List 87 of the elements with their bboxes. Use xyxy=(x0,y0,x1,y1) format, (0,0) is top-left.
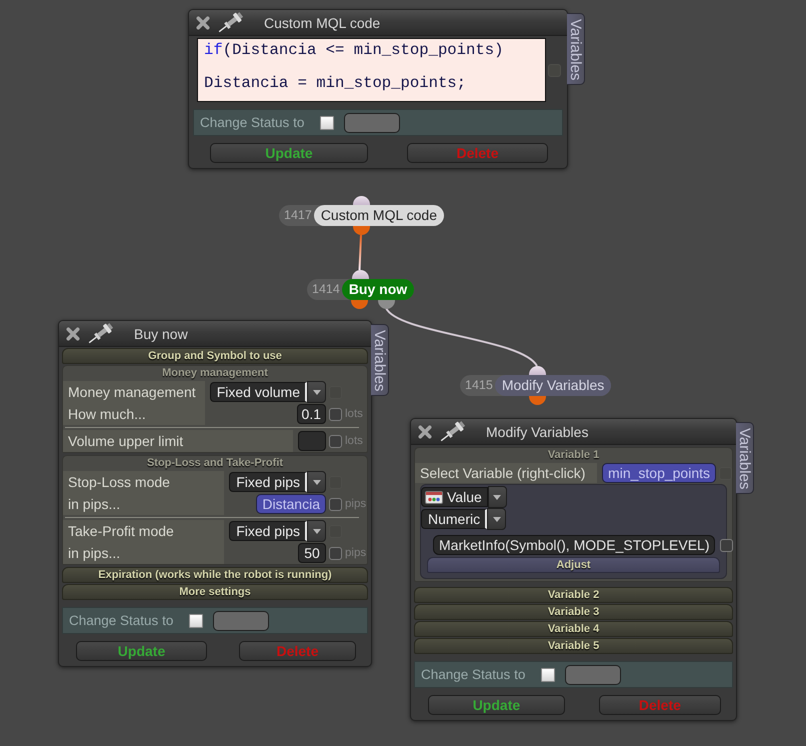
flow-node[interactable]: 1415 Modify Variables xyxy=(460,375,612,396)
status-field[interactable] xyxy=(565,664,622,684)
update-button[interactable]: Update xyxy=(210,143,368,163)
dropdown-button[interactable] xyxy=(487,508,506,530)
caret-icon xyxy=(493,494,502,500)
field-label: Stop-Loss mode xyxy=(63,471,224,493)
flow-node[interactable]: 1414 Buy now xyxy=(307,279,414,300)
number-field[interactable] xyxy=(298,431,326,451)
checkbox[interactable] xyxy=(329,408,342,420)
number-field[interactable]: 50 xyxy=(298,543,326,563)
dropdown-field[interactable]: Numeric xyxy=(421,509,488,529)
section-header[interactable]: Variable 4 xyxy=(414,621,733,637)
dropdown-field[interactable]: Value xyxy=(421,487,488,507)
update-button[interactable]: Update xyxy=(428,695,565,715)
checkbox[interactable] xyxy=(329,546,342,560)
window-title: Buy now xyxy=(134,326,188,342)
unit-label: lots xyxy=(345,408,364,420)
dropdown-button[interactable] xyxy=(488,486,507,508)
dropdown-button[interactable] xyxy=(307,381,326,403)
checkbox[interactable] xyxy=(189,614,204,628)
pin-icon[interactable] xyxy=(218,12,244,33)
caret-icon xyxy=(312,528,320,534)
window-title: Custom MQL code xyxy=(264,14,380,30)
flow-node[interactable]: 1417 Custom MQL code xyxy=(279,205,444,226)
node-label: Buy now xyxy=(342,279,414,300)
field-label: Volume upper limit xyxy=(63,430,293,452)
input-port-icon[interactable] xyxy=(529,366,546,375)
field-label: in pips... xyxy=(63,493,224,515)
side-tab[interactable]: Variables xyxy=(371,324,389,396)
section-header[interactable]: Adjust xyxy=(427,557,720,573)
status-label: Change Status to xyxy=(421,667,526,682)
title-bar[interactable]: Custom MQL code xyxy=(189,10,567,36)
unit-label: pips xyxy=(345,547,367,559)
expression-field[interactable]: MarketInfo(Symbol(), MODE_STOPLEVEL) xyxy=(433,535,716,555)
status-field[interactable] xyxy=(344,112,400,132)
title-bar[interactable]: Buy now xyxy=(59,321,371,347)
input-port-icon[interactable] xyxy=(352,270,369,279)
caret-icon xyxy=(312,390,320,394)
output-port-icon[interactable] xyxy=(378,300,395,309)
node-number: 1417 xyxy=(284,207,312,224)
field-label: Take-Profit mode xyxy=(63,520,224,542)
connector-line xyxy=(358,234,362,270)
node-number: 1415 xyxy=(465,377,493,394)
status-label: Change Status to xyxy=(200,115,304,130)
pin-icon[interactable] xyxy=(88,323,114,344)
number-field[interactable]: 0.1 xyxy=(296,404,326,424)
section-header[interactable]: Group and Symbol to use xyxy=(62,348,368,364)
field-label: Select Variable (right-click) xyxy=(415,463,598,483)
caret-icon xyxy=(492,516,501,522)
close-icon[interactable] xyxy=(418,424,432,438)
checkbox[interactable] xyxy=(320,116,334,130)
field-label: in pips... xyxy=(63,542,224,564)
title-bar[interactable]: Modify Variables xyxy=(411,419,736,445)
checkbox[interactable] xyxy=(329,498,342,510)
checkbox[interactable] xyxy=(541,668,556,682)
checkbox[interactable] xyxy=(329,434,342,448)
close-icon[interactable] xyxy=(66,326,80,340)
dots-card-icon xyxy=(425,490,443,504)
status-field[interactable] xyxy=(213,610,270,630)
close-icon[interactable] xyxy=(196,16,210,30)
status-label: Change Status to xyxy=(69,613,174,628)
unit-label: pips xyxy=(345,498,367,510)
node-label: Custom MQL code xyxy=(314,205,444,226)
field-label: How much... xyxy=(63,403,205,425)
side-tab[interactable]: Variables xyxy=(567,13,585,86)
output-port-icon[interactable] xyxy=(529,396,546,405)
node-label: Modify Variables xyxy=(494,375,612,396)
update-button[interactable]: Update xyxy=(76,641,208,661)
node-number: 1414 xyxy=(312,281,340,298)
unit-label: lots xyxy=(345,435,364,447)
side-tab[interactable]: Variables xyxy=(736,422,754,494)
section-header[interactable]: Variable 5 xyxy=(414,638,733,654)
dropdown-button[interactable] xyxy=(307,471,326,493)
pin-icon[interactable] xyxy=(440,421,466,442)
caret-icon xyxy=(312,480,320,484)
output-port-icon[interactable] xyxy=(351,300,368,309)
section-header[interactable]: Expiration (works while the robot is running) xyxy=(62,567,368,583)
section-header[interactable]: Variable 2 xyxy=(414,587,733,603)
dropdown-button[interactable] xyxy=(307,520,326,542)
input-port-icon[interactable] xyxy=(353,196,370,205)
field-label: Money management xyxy=(63,381,205,403)
section-header[interactable]: Variable 3 xyxy=(414,604,733,620)
variable-chip[interactable]: Distancia xyxy=(256,494,326,514)
section-header[interactable]: More settings xyxy=(62,584,368,600)
checkbox[interactable] xyxy=(720,538,734,552)
window-title: Modify Variables xyxy=(486,424,588,440)
output-port-icon[interactable] xyxy=(353,226,370,235)
